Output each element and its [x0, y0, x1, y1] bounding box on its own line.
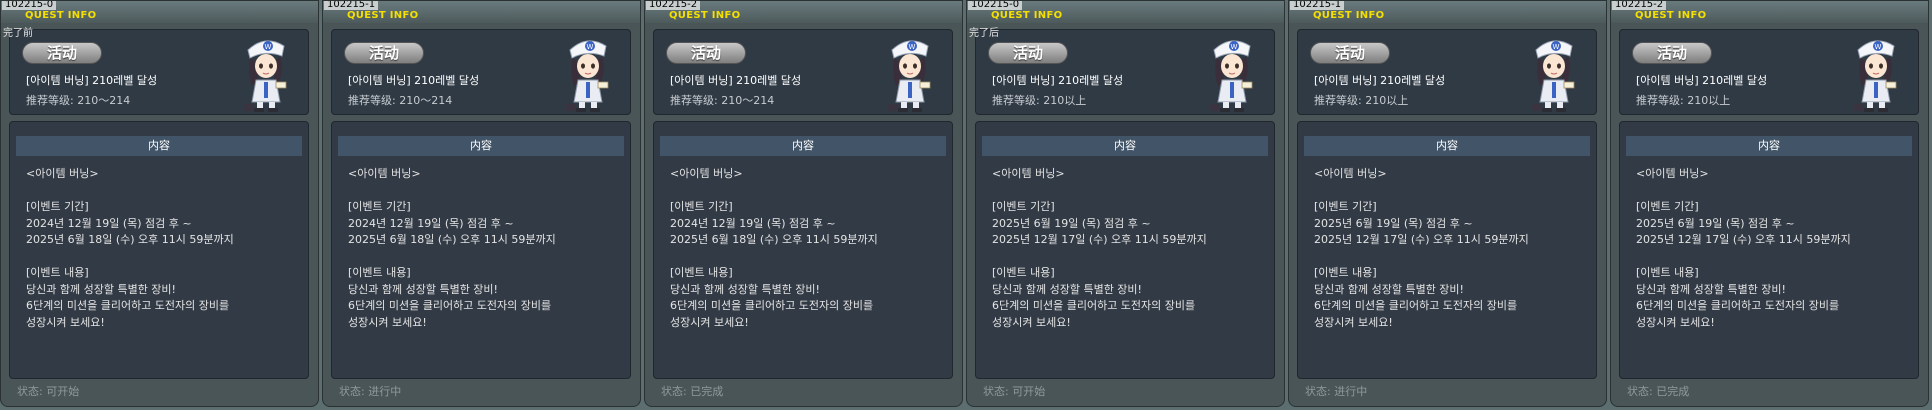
quest-content: 内容 <아이템 버닝> [이벤트 기간] 2024년 12월 19일 (목) 점…: [653, 121, 953, 379]
panel-title: QUEST INFO: [669, 10, 741, 21]
content-text: <아이템 버닝> [이벤트 기간] 2024년 12월 19일 (목) 점검 후…: [348, 167, 556, 329]
panel-title: QUEST INFO: [1635, 10, 1707, 21]
category-badge: 活动: [22, 42, 102, 64]
quest-info-panel: 102215-0 QUEST INFO 完了前 活动 [아이템 버닝] 210레…: [0, 0, 319, 407]
quest-name: [아이템 버닝] 210레벨 달성: [1314, 74, 1446, 87]
category-badge: 活动: [344, 42, 424, 64]
quest-summary: 活动 [아이템 버닝] 210레벨 달성 推荐等级: 210～214 W: [9, 29, 309, 115]
svg-text:W: W: [587, 43, 594, 51]
category-badge: 活动: [666, 42, 746, 64]
quest-info-panel: 102215-2 QUEST INFO 活动 [아이템 버닝] 210레벨 달성…: [644, 0, 963, 407]
content-header: 内容: [1626, 136, 1912, 156]
content-text: <아이템 버닝> [이벤트 기간] 2025년 6월 19일 (목) 점검 후 …: [1314, 167, 1529, 329]
quest-status: 状态: 可开始: [983, 385, 1046, 398]
content-header: 内容: [16, 136, 302, 156]
svg-text:W: W: [1553, 43, 1560, 51]
content-header: 内容: [982, 136, 1268, 156]
svg-text:W: W: [1875, 43, 1882, 51]
recommended-level: 推荐等级: 210以上: [1314, 94, 1409, 107]
quest-content: 内容 <아이템 버닝> [이벤트 기간] 2025년 6월 19일 (목) 점검…: [975, 121, 1275, 379]
quest-info-panel: 102215-0 QUEST INFO 完了后 活动 [아이템 버닝] 210레…: [966, 0, 1285, 407]
recommended-level: 推荐等级: 210以上: [992, 94, 1087, 107]
category-badge: 活动: [988, 42, 1068, 64]
quest-name: [아이템 버닝] 210레벨 달성: [26, 74, 158, 87]
quest-status: 状态: 进行中: [1305, 385, 1368, 398]
panel-title: QUEST INFO: [991, 10, 1063, 21]
panel-title: QUEST INFO: [1313, 10, 1385, 21]
content-header: 内容: [660, 136, 946, 156]
recommended-level: 推荐等级: 210～214: [26, 94, 131, 107]
quest-summary: 活动 [아이템 버닝] 210레벨 달성 推荐等级: 210以上 W: [1619, 29, 1919, 115]
content-text: <아이템 버닝> [이벤트 기간] 2024년 12월 19일 (목) 점검 후…: [26, 167, 234, 329]
npc-portrait-icon: W: [244, 40, 287, 112]
recommended-level: 推荐等级: 210～214: [348, 94, 453, 107]
quest-info-panel: 102215-1 QUEST INFO 活动 [아이템 버닝] 210레벨 달성…: [322, 0, 641, 407]
npc-portrait-icon: W: [888, 40, 931, 112]
quest-content: 内容 <아이템 버닝> [이벤트 기간] 2025년 6월 19일 (목) 점검…: [1619, 121, 1919, 379]
npc-portrait-icon: W: [1532, 40, 1575, 112]
quest-name: [아이템 버닝] 210레벨 달성: [992, 74, 1124, 87]
recommended-level: 推荐等级: 210以上: [1636, 94, 1731, 107]
svg-text:W: W: [909, 43, 916, 51]
content-text: <아이템 버닝> [이벤트 기간] 2025년 6월 19일 (목) 점검 후 …: [992, 167, 1207, 329]
quest-info-panel: 102215-2 QUEST INFO 活动 [아이템 버닝] 210레벨 달성…: [1610, 0, 1929, 407]
npc-portrait-icon: W: [566, 40, 609, 112]
svg-text:W: W: [265, 43, 272, 51]
stage-label: 完了后: [969, 28, 999, 39]
quest-name: [아이템 버닝] 210레벨 달성: [348, 74, 480, 87]
category-badge: 活动: [1310, 42, 1390, 64]
quest-content: 内容 <아이템 버닝> [이벤트 기간] 2024년 12월 19일 (목) 점…: [9, 121, 309, 379]
quest-summary: 活动 [아이템 버닝] 210레벨 달성 推荐等级: 210以上 W: [1297, 29, 1597, 115]
quest-id-label: 102215-0: [968, 1, 1023, 10]
quest-content: 内容 <아이템 버닝> [이벤트 기간] 2024년 12월 19일 (목) 점…: [331, 121, 631, 379]
content-text: <아이템 버닝> [이벤트 기간] 2025년 6월 19일 (목) 점검 후 …: [1636, 167, 1851, 329]
quest-id-label: 102215-0: [2, 1, 57, 10]
quest-name: [아이템 버닝] 210레벨 달성: [670, 74, 802, 87]
quest-name: [아이템 버닝] 210레벨 달성: [1636, 74, 1768, 87]
quest-info-panel: 102215-1 QUEST INFO 活动 [아이템 버닝] 210레벨 달성…: [1288, 0, 1607, 407]
quest-summary: 活动 [아이템 버닝] 210레벨 달성 推荐等级: 210～214 W: [331, 29, 631, 115]
stage-label: 完了前: [3, 28, 33, 39]
quest-id-label: 102215-1: [1290, 1, 1345, 10]
quest-id-label: 102215-2: [1612, 1, 1667, 10]
quest-summary: 活动 [아이템 버닝] 210레벨 달성 推荐等级: 210以上 W: [975, 29, 1275, 115]
category-badge: 活动: [1632, 42, 1712, 64]
npc-portrait-icon: W: [1210, 40, 1253, 112]
quest-status: 状态: 已完成: [661, 385, 724, 398]
quest-content: 内容 <아이템 버닝> [이벤트 기간] 2025년 6월 19일 (목) 점검…: [1297, 121, 1597, 379]
content-header: 内容: [338, 136, 624, 156]
svg-text:W: W: [1231, 43, 1238, 51]
quest-summary: 活动 [아이템 버닝] 210레벨 달성 推荐等级: 210～214 W: [653, 29, 953, 115]
quest-status: 状态: 可开始: [17, 385, 80, 398]
content-text: <아이템 버닝> [이벤트 기간] 2024년 12월 19일 (목) 점검 후…: [670, 167, 878, 329]
quest-id-label: 102215-2: [646, 1, 701, 10]
recommended-level: 推荐等级: 210～214: [670, 94, 775, 107]
quest-id-label: 102215-1: [324, 1, 379, 10]
content-header: 内容: [1304, 136, 1590, 156]
panel-title: QUEST INFO: [347, 10, 419, 21]
quest-status: 状态: 已完成: [1627, 385, 1690, 398]
npc-portrait-icon: W: [1854, 40, 1897, 112]
quest-status: 状态: 进行中: [339, 385, 402, 398]
panel-title: QUEST INFO: [25, 10, 97, 21]
